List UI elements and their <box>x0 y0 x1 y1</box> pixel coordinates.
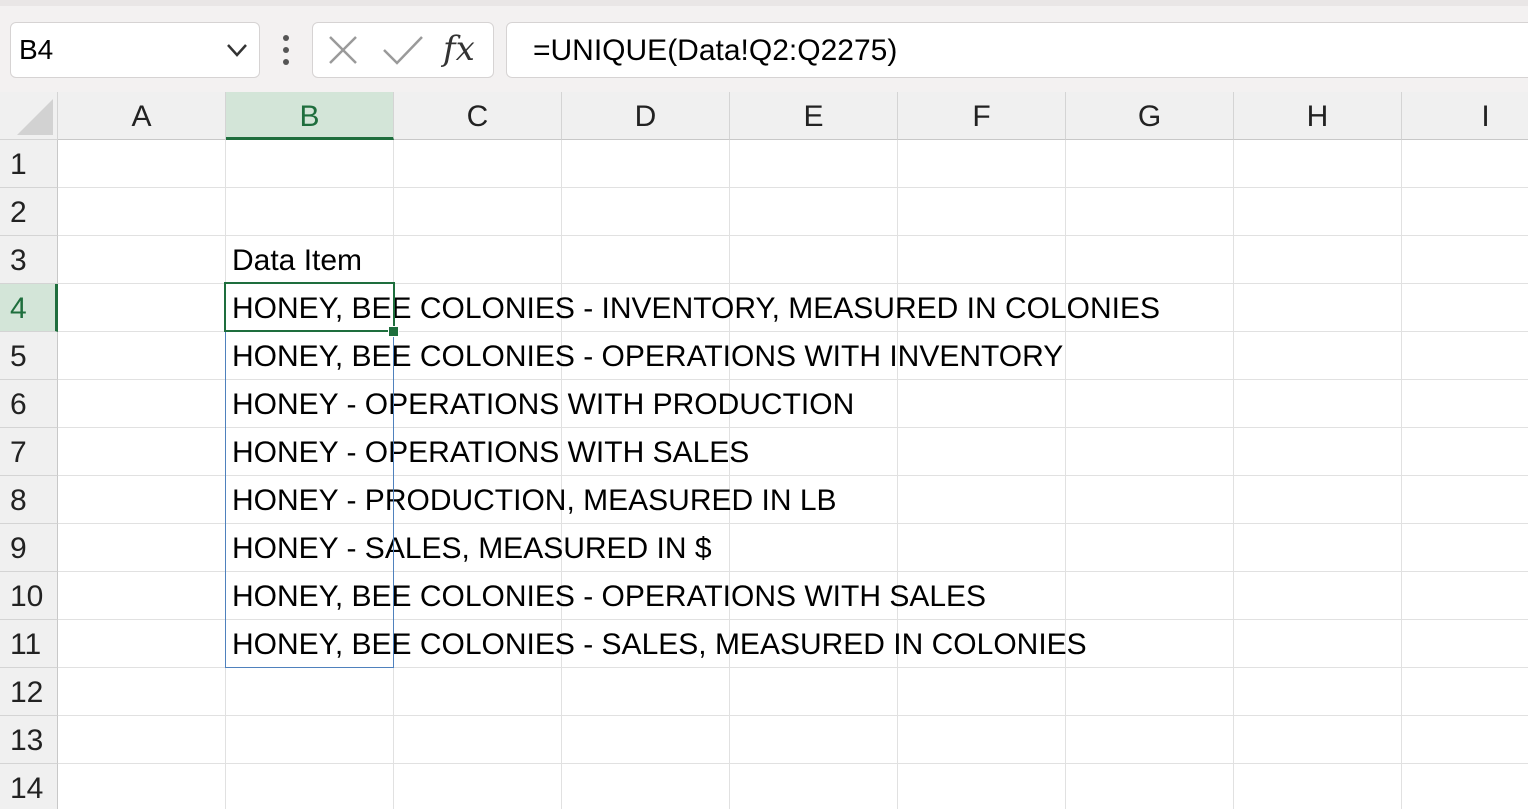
formula-controls: fx <box>312 22 494 78</box>
column-header-a[interactable]: A <box>58 92 226 140</box>
column-header-i[interactable]: I <box>1402 92 1528 140</box>
worksheet-grid: A B C D E F G H I 1 2 3 4 5 6 7 8 9 10 1… <box>0 92 1528 809</box>
select-all-button[interactable] <box>0 92 58 140</box>
row-header-8[interactable]: 8 <box>0 476 58 524</box>
name-box[interactable]: B4 <box>10 22 260 78</box>
column-header-c[interactable]: C <box>394 92 562 140</box>
formula-input[interactable]: =UNIQUE(Data!Q2:Q2275) <box>506 22 1528 78</box>
x-icon[interactable] <box>327 34 359 66</box>
checkmark-icon[interactable] <box>381 34 425 66</box>
row-header-2[interactable]: 2 <box>0 188 58 236</box>
vertical-dots-icon[interactable] <box>276 32 296 72</box>
column-header-d[interactable]: D <box>562 92 730 140</box>
fill-handle[interactable] <box>388 326 399 337</box>
spill-range-border <box>225 283 394 668</box>
name-box-value: B4 <box>19 34 54 65</box>
row-header-10[interactable]: 10 <box>0 572 58 620</box>
cell-b3[interactable]: Data Item <box>232 236 362 284</box>
row-header-6[interactable]: 6 <box>0 380 58 428</box>
column-header-g[interactable]: G <box>1066 92 1234 140</box>
gridline <box>58 715 1528 716</box>
active-cell-indicator <box>224 282 395 332</box>
row-header-13[interactable]: 13 <box>0 716 58 764</box>
row-header-5[interactable]: 5 <box>0 332 58 380</box>
row-header-3[interactable]: 3 <box>0 236 58 284</box>
row-header-11[interactable]: 11 <box>0 620 58 668</box>
cell-area[interactable]: Data Item HONEY, BEE COLONIES - INVENTOR… <box>58 140 1528 809</box>
column-header-b[interactable]: B <box>226 92 394 140</box>
select-all-triangle-icon <box>17 99 53 135</box>
row-header-9[interactable]: 9 <box>0 524 58 572</box>
row-header-12[interactable]: 12 <box>0 668 58 716</box>
row-header-7[interactable]: 7 <box>0 428 58 476</box>
gridline <box>58 763 1528 764</box>
row-header-1[interactable]: 1 <box>0 140 58 188</box>
chevron-down-icon[interactable] <box>225 41 249 59</box>
formula-text: =UNIQUE(Data!Q2:Q2275) <box>533 34 898 67</box>
column-header-e[interactable]: E <box>730 92 898 140</box>
column-headers: A B C D E F G H I <box>58 92 1528 140</box>
column-header-f[interactable]: F <box>898 92 1066 140</box>
row-header-4[interactable]: 4 <box>0 284 58 332</box>
row-headers: 1 2 3 4 5 6 7 8 9 10 11 12 13 14 <box>0 140 58 809</box>
row-header-14[interactable]: 14 <box>0 764 58 809</box>
insert-function-button[interactable]: fx <box>443 27 475 71</box>
column-header-h[interactable]: H <box>1234 92 1402 140</box>
gridline <box>58 187 1528 188</box>
formula-bar-area: B4 fx =UNIQUE(Data!Q2:Q2275) <box>0 6 1528 92</box>
